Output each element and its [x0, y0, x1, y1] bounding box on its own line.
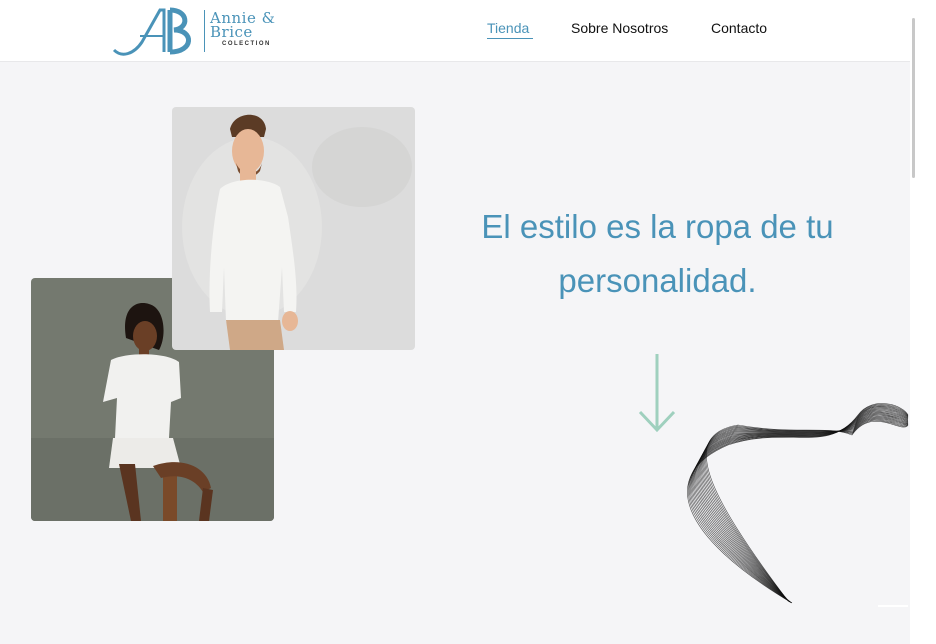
ribbon-line	[704, 419, 909, 602]
logo-divider	[204, 10, 205, 52]
ribbon-line	[697, 412, 909, 603]
ribbon-line	[706, 421, 909, 602]
ribbon-line	[702, 417, 909, 602]
brand-tagline: COLECTION	[222, 41, 271, 47]
brand-logo[interactable]: Annie & Brice COLECTION	[112, 4, 282, 56]
vertical-scrollbar[interactable]	[910, 0, 936, 644]
nav-item-sobre-nosotros[interactable]: Sobre Nosotros	[571, 20, 668, 36]
wave-ribbon-graphic	[687, 403, 909, 604]
scrollbar-thumb[interactable]	[912, 18, 915, 178]
decorative-line	[878, 605, 908, 607]
hero-headline: El estilo es la ropa de tu personalidad.	[481, 208, 834, 299]
monogram-logo-icon	[112, 7, 191, 56]
site-header: Annie & Brice COLECTION Tienda Sobre Nos…	[0, 0, 910, 62]
ribbon-line	[703, 418, 909, 602]
ribbon-line	[701, 416, 909, 602]
brand-name: Annie & Brice	[210, 9, 276, 41]
nav-item-contacto[interactable]: Contacto	[711, 20, 767, 36]
ribbon-line	[705, 420, 909, 602]
nav-item-tienda[interactable]: Tienda	[487, 20, 534, 39]
ribbon-line	[694, 410, 909, 603]
man-photo	[172, 107, 415, 350]
ribbon-line	[693, 409, 909, 603]
